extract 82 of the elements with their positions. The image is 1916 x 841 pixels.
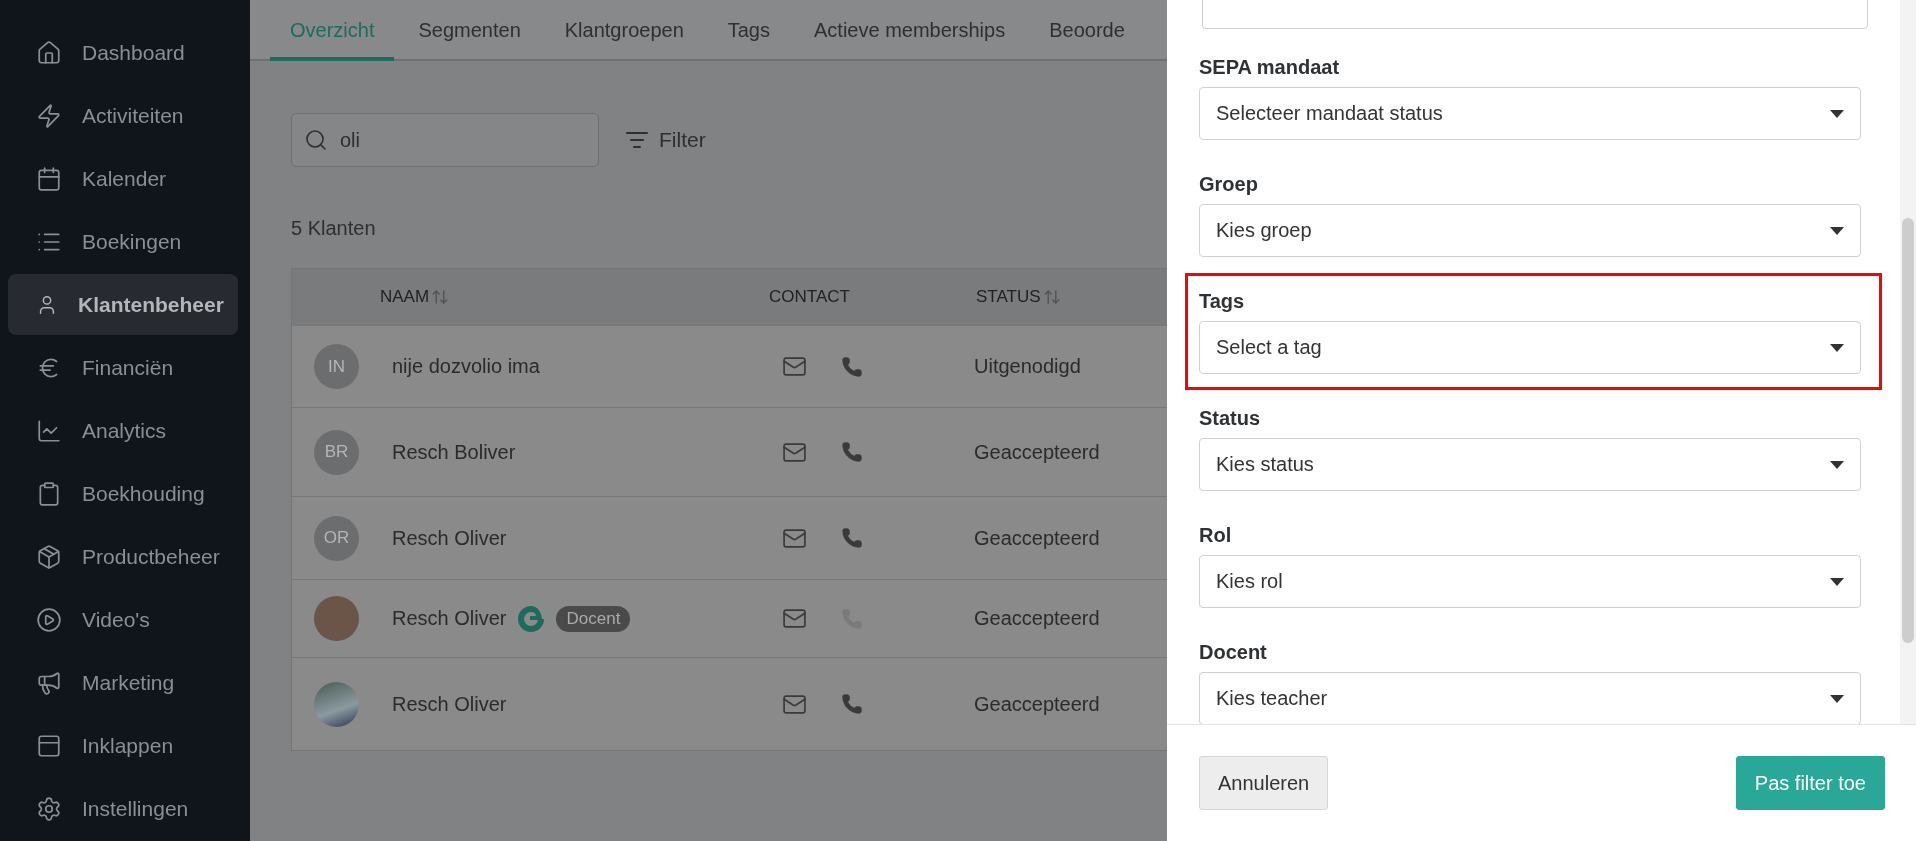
search-icon — [304, 128, 328, 152]
customer-name[interactable]: Resch Oliver — [392, 607, 507, 630]
clipboard-icon — [36, 480, 62, 507]
select-field[interactable]: Kies teacher — [1199, 672, 1861, 724]
status-text: Geaccepteerd — [974, 440, 1101, 464]
caret-icon — [1830, 577, 1844, 586]
column-header: CONTACT — [769, 287, 850, 307]
photo-placeholder — [314, 596, 359, 641]
status-text: Geaccepteerd — [974, 692, 1101, 716]
tab[interactable]: Actieve memberships — [794, 0, 1026, 61]
phone-icon[interactable] — [841, 527, 863, 549]
box-icon — [36, 543, 62, 570]
sidebar-item[interactable]: Marketing — [8, 652, 238, 713]
phone-icon[interactable] — [841, 693, 863, 715]
select-field[interactable]: Kies status — [1199, 438, 1861, 491]
column-header[interactable]: NAAM — [380, 287, 450, 307]
avatar: IN — [314, 344, 359, 389]
customer-name[interactable]: Resch Oliver — [392, 692, 507, 716]
sidebar-item[interactable]: Inklappen — [8, 715, 238, 776]
search-value: oli — [340, 128, 360, 152]
calendar-icon — [36, 165, 62, 192]
search-field[interactable]: oli — [291, 113, 599, 167]
panel-icon — [36, 732, 62, 759]
caret-icon — [1830, 343, 1844, 352]
select-field[interactable]: Select a tag — [1199, 321, 1861, 374]
field-label: Rol — [1199, 524, 1233, 547]
field-label: SEPA mandaat — [1199, 56, 1341, 79]
home-icon — [36, 39, 62, 66]
play-icon — [36, 606, 62, 633]
filter-button[interactable]: Filter — [625, 128, 706, 152]
status-text: Uitgenodigd — [974, 355, 1082, 378]
column-header[interactable]: STATUS — [976, 287, 1061, 307]
sort-icon[interactable] — [1042, 288, 1061, 306]
phone-icon[interactable] — [841, 355, 863, 378]
line-chart-icon — [36, 417, 62, 444]
tab[interactable]: Klantgroepen — [544, 0, 704, 61]
sidebar-item[interactable]: Video's — [8, 589, 238, 650]
sidebar-item[interactable]: Boekingen — [8, 211, 238, 272]
select-field[interactable]: Kies rol — [1199, 555, 1861, 608]
sort-icon[interactable] — [431, 288, 450, 306]
select-field[interactable]: Kies groep — [1199, 204, 1861, 257]
sidebar-item[interactable]: Kalender — [8, 148, 238, 209]
status-text: Geaccepteerd — [974, 607, 1101, 630]
caret-icon — [1830, 460, 1844, 469]
settings-icon — [36, 795, 62, 822]
megaphone-icon — [36, 669, 62, 696]
field-label: Status — [1199, 407, 1262, 430]
caret-icon — [1830, 226, 1844, 235]
customer-name[interactable]: nije dozvolio ima — [392, 355, 540, 378]
tab[interactable]: Segmenten — [398, 0, 541, 61]
sidebar-item[interactable]: Activiteiten — [8, 85, 238, 146]
avatar: OR — [314, 515, 359, 561]
phone-icon[interactable] — [841, 441, 863, 463]
caret-icon — [1830, 109, 1844, 118]
avatar: BR — [314, 429, 359, 475]
scrollbar-thumb[interactable] — [1902, 218, 1914, 643]
scrollbar[interactable] — [1900, 0, 1916, 724]
field-label: Tags — [1199, 290, 1246, 313]
customer-name[interactable]: Resch Oliver — [392, 526, 507, 550]
caret-icon — [1830, 694, 1844, 703]
lightning-icon — [36, 102, 62, 129]
tab[interactable]: Tags — [707, 0, 790, 61]
sidebar-item[interactable]: Productbeheer — [8, 526, 238, 587]
role-badge: Docent — [556, 605, 631, 632]
sidebar-item[interactable]: Instellingen — [8, 778, 238, 839]
cancel-button[interactable]: Annuleren — [1199, 756, 1329, 810]
tab[interactable]: Beoorde — [1029, 0, 1145, 61]
mail-icon[interactable] — [782, 354, 807, 379]
field-label: Docent — [1199, 641, 1268, 664]
customer-name[interactable]: Resch Boliver — [392, 440, 516, 464]
field-label: Groep — [1199, 173, 1259, 196]
apply-filter-button[interactable]: Pas filter toe — [1735, 756, 1885, 810]
sidebar-item[interactable]: Dashboard — [8, 22, 238, 83]
sidebar-item[interactable]: Klantenbeheer — [8, 274, 238, 335]
sidebar-item[interactable]: Financiën — [8, 337, 238, 398]
mail-icon[interactable] — [782, 606, 807, 631]
landscape-placeholder — [314, 681, 359, 727]
sidebar-item[interactable]: Analytics — [8, 400, 238, 461]
status-text: Geaccepteerd — [974, 526, 1101, 550]
select-field[interactable]: Selecteer mandaat status — [1199, 87, 1861, 140]
result-count: 5 Klanten — [291, 217, 377, 240]
sidebar-item[interactable]: Boekhouding — [8, 463, 238, 524]
